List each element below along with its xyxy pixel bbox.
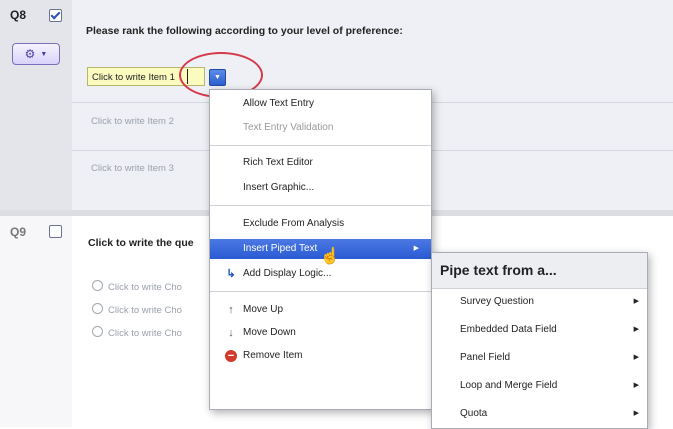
chevron-right-icon: ▶ — [633, 410, 639, 417]
menu-item-move-up[interactable]: ↑ Move Up — [210, 300, 431, 320]
arrow-down-icon: ↓ — [228, 327, 234, 339]
submenu-item-quota[interactable]: Quota ▶ — [432, 403, 647, 425]
menu-item-exclude-from-analysis[interactable]: Exclude From Analysis — [210, 214, 431, 234]
piped-text-submenu: Pipe text from a... Survey Question ▶ Emb… — [431, 252, 648, 429]
menu-item-remove-item[interactable]: − Remove Item — [210, 346, 431, 366]
q8-number: Q8 — [10, 8, 27, 22]
submenu-title: Pipe text from a... — [432, 253, 647, 289]
menu-item-rich-text-editor[interactable]: Rich Text Editor — [210, 153, 431, 173]
chevron-down-icon: ▼ — [40, 50, 48, 58]
pointer-hand-icon: ☝ — [320, 248, 340, 265]
radio-icon — [92, 280, 103, 291]
menu-item-move-down[interactable]: ↓ Move Down — [210, 323, 431, 343]
q9-choice-label: Click to write Cho — [108, 282, 182, 293]
remove-icon: − — [225, 350, 237, 362]
q9-choice-3[interactable]: Click to write Cho — [92, 326, 182, 339]
display-logic-icon: ↳ — [226, 268, 236, 280]
q9-choice-1[interactable]: Click to write Cho — [92, 280, 182, 293]
chevron-right-icon: ▶ — [633, 326, 639, 333]
menu-item-add-display-logic[interactable]: ↳ Add Display Logic... — [210, 264, 431, 284]
q9-gutter — [0, 216, 73, 427]
submenu-item-survey-question[interactable]: Survey Question ▶ — [432, 291, 647, 313]
chevron-right-icon: ▶ — [633, 354, 639, 361]
q8-question-text[interactable]: Please rank the following according to y… — [86, 25, 403, 37]
q8-select-checkbox[interactable] — [49, 9, 62, 22]
q9-question-text[interactable]: Click to write the que — [88, 237, 194, 249]
q8-item-3[interactable]: Click to write Item 3 — [91, 163, 174, 174]
q8-gutter — [0, 0, 73, 210]
q9-choice-label: Click to write Cho — [108, 328, 182, 339]
submenu-item-embedded-data-field[interactable]: Embedded Data Field ▶ — [432, 319, 647, 341]
radio-icon — [92, 326, 103, 337]
radio-icon — [92, 303, 103, 314]
menu-item-insert-graphic[interactable]: Insert Graphic... — [210, 178, 431, 198]
menu-item-text-entry-validation: Text Entry Validation — [243, 122, 334, 133]
submenu-item-panel-field[interactable]: Panel Field ▶ — [432, 347, 647, 369]
gear-icon: ⚙ — [24, 47, 36, 61]
menu-item-allow-text-entry[interactable]: Allow Text Entry — [210, 94, 431, 114]
chevron-right-icon: ▶ — [413, 245, 419, 252]
q8-gear-button[interactable]: ⚙ ▼ — [12, 43, 60, 65]
q9-select-checkbox[interactable] — [49, 225, 62, 238]
arrow-up-icon: ↑ — [228, 304, 234, 316]
q9-number: Q9 — [10, 225, 27, 239]
q9-choice-label: Click to write Cho — [108, 305, 182, 316]
chevron-right-icon: ▶ — [633, 382, 639, 389]
menu-separator — [210, 205, 431, 206]
chevron-right-icon: ▶ — [633, 298, 639, 305]
q9-choice-2[interactable]: Click to write Cho — [92, 303, 182, 316]
menu-separator — [210, 291, 431, 292]
q8-item-2[interactable]: Click to write Item 2 — [91, 116, 174, 127]
submenu-item-loop-and-merge-field[interactable]: Loop and Merge Field ▶ — [432, 375, 647, 397]
menu-separator — [210, 145, 431, 146]
